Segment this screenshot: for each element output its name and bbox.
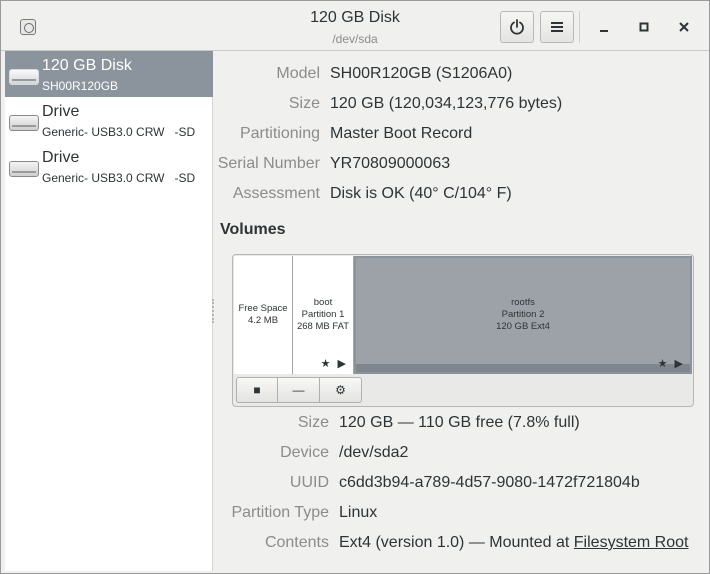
property-label: Model bbox=[276, 65, 320, 82]
stop-icon: ■ bbox=[253, 383, 261, 397]
property-row-device: Device /dev/sda2 bbox=[214, 444, 709, 464]
property-row-partition-type: Partition Type Linux bbox=[214, 504, 709, 524]
property-value: YR70809000063 bbox=[330, 155, 451, 172]
header-separator bbox=[579, 11, 580, 43]
drive-name: 120 GB Disk bbox=[42, 57, 132, 74]
property-row-partition-size: Size 120 GB — 110 GB free (7.8% full) bbox=[214, 414, 709, 434]
property-label: Size bbox=[297, 414, 329, 431]
mount-status-icons: ★ ▶ bbox=[320, 358, 348, 370]
property-label: Serial Number bbox=[217, 155, 320, 172]
drive-list-sidebar: 120 GB Disk SH00R120GB Drive Generic- US… bbox=[5, 51, 213, 571]
hard-disk-icon bbox=[9, 115, 39, 131]
partition-options-button[interactable]: ⚙ bbox=[320, 377, 362, 403]
hard-disk-icon bbox=[9, 69, 39, 85]
drive-list-item[interactable]: 120 GB Disk SH00R120GB bbox=[5, 51, 213, 97]
maximize-button[interactable] bbox=[632, 15, 656, 39]
segment-partition: Partition 2 bbox=[501, 309, 545, 320]
minus-icon: — bbox=[292, 383, 305, 397]
drive-name: Drive bbox=[42, 149, 80, 166]
property-value: Linux bbox=[339, 504, 378, 521]
segment-size: 268 MB FAT bbox=[296, 321, 350, 332]
drive-model: Generic- USB3.0 CRW -SD bbox=[42, 125, 196, 139]
hard-disk-icon bbox=[9, 161, 39, 177]
drive-list-item[interactable]: Drive Generic- USB3.0 CRW -SD bbox=[5, 143, 213, 189]
volumes-graphic: Free Space 4.2 MB boot Partition 1 268 M… bbox=[232, 254, 694, 407]
minimize-button[interactable] bbox=[592, 15, 616, 39]
gears-icon: ⚙ bbox=[335, 383, 346, 397]
segment-title: Free Space bbox=[238, 303, 288, 314]
property-value: Disk is OK (40° C/104° F) bbox=[330, 185, 512, 202]
property-row-contents: Contents Ext4 (version 1.0) — Mounted at… bbox=[214, 534, 709, 554]
property-row-serial-number: Serial Number YR70809000063 bbox=[214, 155, 709, 175]
segment-size: 120 GB Ext4 bbox=[496, 321, 550, 332]
volume-toolbar: ■ — ⚙ bbox=[236, 377, 362, 403]
property-value: 120 GB (120,034,123,776 bytes) bbox=[330, 95, 563, 112]
minimize-icon bbox=[600, 30, 608, 32]
maximize-icon bbox=[639, 22, 649, 32]
rootfs-partition-segment[interactable]: rootfs Partition 2 120 GB Ext4 ★ ▶ bbox=[354, 256, 692, 374]
drive-menu-button[interactable] bbox=[540, 11, 574, 43]
contents-text: Ext4 (version 1.0) — Mounted at bbox=[339, 534, 574, 551]
power-off-button[interactable] bbox=[500, 11, 534, 43]
drive-list-item[interactable]: Drive Generic- USB3.0 CRW -SD bbox=[5, 97, 213, 143]
boot-partition-segment[interactable]: boot Partition 1 268 MB FAT ★ ▶ bbox=[293, 256, 354, 374]
property-value: 120 GB — 110 GB free (7.8% full) bbox=[339, 414, 580, 431]
drive-name: Drive bbox=[42, 103, 80, 120]
property-label: Partitioning bbox=[239, 125, 320, 142]
property-label: Contents bbox=[264, 534, 329, 551]
free-space-segment[interactable]: Free Space 4.2 MB bbox=[234, 256, 293, 374]
property-value: SH00R120GB (S1206A0) bbox=[330, 65, 513, 82]
header-bar: 120 GB Disk /dev/sda bbox=[1, 1, 709, 51]
unmount-button[interactable]: ■ bbox=[236, 377, 278, 403]
property-row-partitioning: Partitioning Master Boot Record bbox=[214, 125, 709, 145]
segment-title: boot bbox=[313, 297, 333, 308]
disks-window: 120 GB Disk /dev/sda 120 GB Disk SH00R12… bbox=[0, 0, 710, 574]
segment-partition: Partition 1 bbox=[301, 309, 345, 320]
property-row-size: Size 120 GB (120,034,123,776 bytes) bbox=[214, 95, 709, 115]
drive-model: Generic- USB3.0 CRW -SD bbox=[42, 171, 196, 185]
property-row-model: Model SH00R120GB (S1206A0) bbox=[214, 65, 709, 85]
volumes-heading: Volumes bbox=[220, 221, 286, 238]
property-value: /dev/sda2 bbox=[339, 444, 409, 461]
usage-bar bbox=[356, 364, 690, 372]
property-label: UUID bbox=[289, 474, 329, 491]
close-button[interactable] bbox=[672, 15, 696, 39]
property-value: Master Boot Record bbox=[330, 125, 473, 142]
segment-size: 4.2 MB bbox=[247, 315, 279, 326]
segment-title: rootfs bbox=[511, 297, 535, 308]
property-row-uuid: UUID c6dd3b94-a789-4d57-9080-1472f721804… bbox=[214, 474, 709, 494]
hamburger-menu-icon bbox=[551, 22, 563, 32]
drive-model: SH00R120GB bbox=[42, 79, 119, 93]
delete-partition-button[interactable]: — bbox=[278, 377, 320, 403]
filesystem-root-link[interactable]: Filesystem Root bbox=[574, 534, 689, 551]
power-icon bbox=[510, 19, 524, 35]
close-icon bbox=[679, 22, 689, 32]
property-row-assessment: Assessment Disk is OK (40° C/104° F) bbox=[214, 185, 709, 205]
property-value: c6dd3b94-a789-4d57-9080-1472f721804b bbox=[339, 474, 640, 491]
property-label: Device bbox=[280, 444, 329, 461]
property-value: Ext4 (version 1.0) — Mounted at Filesyst… bbox=[339, 534, 688, 552]
property-label: Size bbox=[288, 95, 320, 112]
property-label: Assessment bbox=[232, 185, 320, 202]
partition-map: Free Space 4.2 MB boot Partition 1 268 M… bbox=[234, 256, 692, 374]
property-label: Partition Type bbox=[231, 504, 329, 521]
drive-details-pane: Model SH00R120GB (S1206A0) Size 120 GB (… bbox=[214, 51, 709, 571]
mount-status-icons: ★ ▶ bbox=[657, 358, 685, 370]
